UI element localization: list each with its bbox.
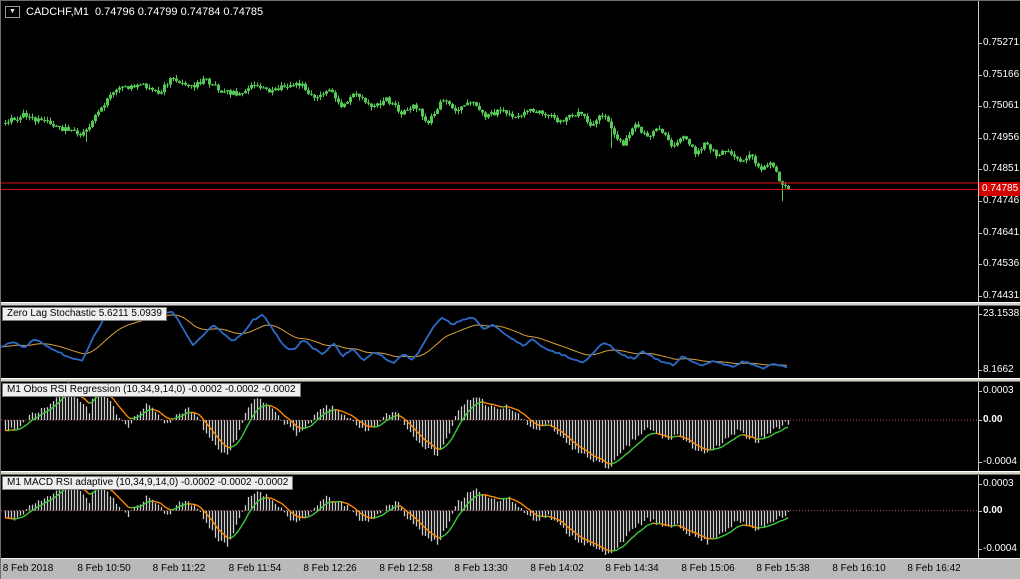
rsi-scale-label: 0.0003	[979, 385, 1014, 396]
pane-separator[interactable]	[1, 378, 1020, 382]
mt4-chart-window: ▼ CADCHF,M1 0.74796 0.74799 0.74784 0.74…	[0, 0, 1020, 579]
macd-zero-label: 0.00	[978, 505, 1003, 516]
rsi-regression-indicator-label: M1 Obos RSI Regression (10,34,9,14,0) -0…	[2, 383, 301, 397]
rsi-regression-pane[interactable]: M1 Obos RSI Regression (10,34,9,14,0) -0…	[1, 382, 979, 471]
time-axis-label: 8 Feb 10:50	[77, 563, 131, 574]
time-axis-label: 8 Feb 13:30	[454, 563, 508, 574]
price-axis-label: 0.74851	[978, 163, 1020, 174]
candlestick-canvas	[1, 74, 979, 202]
macd-indicator-label: M1 MACD RSI adaptive (10,34,9,14,0) -0.0…	[2, 476, 294, 490]
macd-scale-label: 0.0003	[979, 478, 1014, 489]
rsi-zero-label: 0.00	[978, 414, 1003, 425]
price-axis-label: 0.75061	[978, 100, 1020, 111]
pane-separator[interactable]	[1, 471, 1020, 475]
time-axis-label: 8 Feb 15:06	[681, 563, 735, 574]
current-price-tag: 0.74785	[979, 182, 1020, 196]
price-axis-label: 0.74431	[978, 290, 1020, 301]
price-axis-label: 0.74956	[978, 132, 1020, 143]
time-axis-label: 8 Feb 11:54	[228, 563, 282, 574]
price-axis-label: 0.74641	[978, 227, 1020, 238]
time-axis-label: 8 Feb 2018	[2, 563, 54, 574]
quote-header: ▼ CADCHF,M1 0.74796 0.74799 0.74784 0.74…	[5, 6, 263, 18]
stoch-scale-label: 23.1538	[978, 308, 1020, 319]
symbol-timeframe-label: CADCHF,M1	[26, 6, 89, 18]
price-chart-pane[interactable]: ▼ CADCHF,M1 0.74796 0.74799 0.74784 0.74…	[1, 2, 979, 302]
time-axis-label: 8 Feb 12:58	[379, 563, 433, 574]
price-axis-label: 0.74746	[978, 195, 1020, 206]
time-axis-label: 8 Feb 16:42	[907, 563, 961, 574]
time-axis-label: 8 Feb 15:38	[756, 563, 810, 574]
stochastic-indicator-label: Zero Lag Stochastic 5.6211 5.0939	[2, 307, 167, 321]
pane-separator[interactable]	[1, 302, 1020, 306]
time-axis-label: 8 Feb 14:02	[530, 563, 584, 574]
time-axis-label: 8 Feb 14:34	[605, 563, 659, 574]
time-axis-label: 8 Feb 16:10	[832, 563, 886, 574]
time-scale[interactable]: 8 Feb 2018 8 Feb 10:50 8 Feb 11:22 8 Feb 11…	[1, 558, 1020, 579]
macd-pane[interactable]: M1 MACD RSI adaptive (10,34,9,14,0) -0.0…	[1, 475, 979, 558]
one-click-trading-button[interactable]: ▼	[5, 6, 20, 18]
price-axis-label: 0.75271	[978, 37, 1020, 48]
stochastic-pane[interactable]: Zero Lag Stochastic 5.6211 5.0939	[1, 306, 979, 378]
macd-scale-label: -0.0004	[979, 543, 1017, 554]
quote-ohlc-label: 0.74796 0.74799 0.74784 0.74785	[94, 6, 264, 18]
price-axis-label: 0.74536	[978, 258, 1020, 269]
time-axis-label: 8 Feb 12:26	[303, 563, 357, 574]
rsi-scale-label: -0.0004	[979, 456, 1017, 467]
time-axis-label: 8 Feb 11:22	[152, 563, 206, 574]
price-axis-label: 0.75166	[978, 69, 1020, 80]
stoch-scale-label: 8.1662	[979, 364, 1014, 375]
